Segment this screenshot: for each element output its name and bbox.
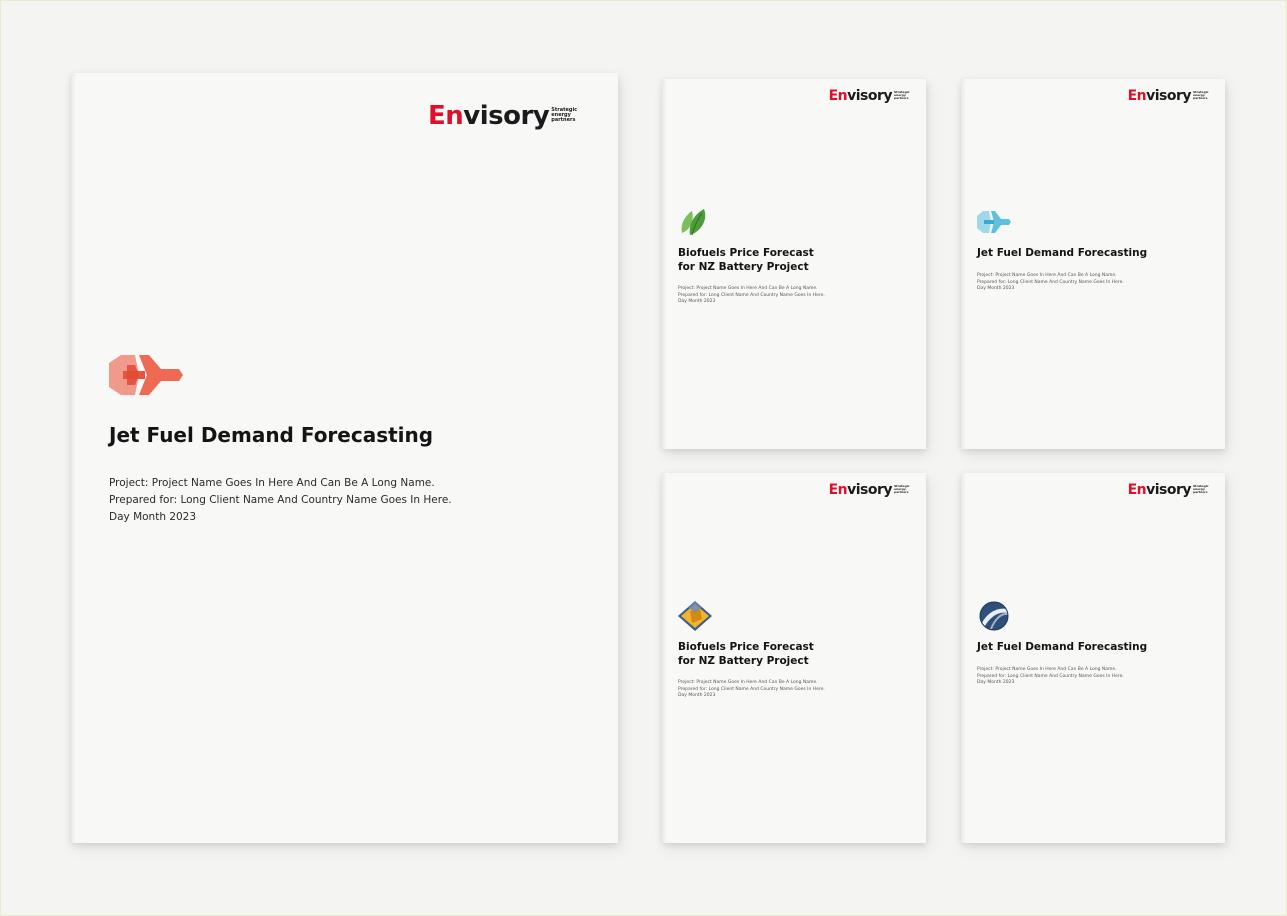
date-line: Day Month 2023 bbox=[109, 511, 197, 523]
logo-visory: visory bbox=[847, 88, 892, 104]
logo-tagline: Strategic energy partners bbox=[894, 484, 910, 494]
page-spine bbox=[961, 79, 966, 449]
title-line-1: Jet Fuel Demand Forecasting bbox=[977, 247, 1148, 259]
page-spine bbox=[662, 473, 667, 843]
envisory-logo: En visory Strategic energy partners bbox=[829, 483, 910, 497]
title-line-2: for NZ Battery Project bbox=[678, 261, 809, 273]
page-meta: Project: Project Name Goes In Here And C… bbox=[678, 286, 825, 306]
project-line: Project: Project Name Goes In Here And C… bbox=[977, 273, 1117, 278]
road-circle-icon bbox=[979, 601, 1009, 631]
envisory-logo: En visory Strategic energy partners bbox=[829, 89, 910, 103]
page-spine bbox=[71, 73, 76, 843]
envisory-logo: En visory Strategic energy partners bbox=[1128, 89, 1209, 103]
project-line: Project: Project Name Goes In Here And C… bbox=[109, 477, 435, 489]
page-spine bbox=[961, 473, 966, 843]
logo-en: En bbox=[828, 482, 848, 498]
page-meta: Project: Project Name Goes In Here And C… bbox=[977, 273, 1124, 293]
page-meta: Project: Project Name Goes In Here And C… bbox=[109, 475, 452, 526]
mockup-frame: En visory Strategic energy partners Jet F… bbox=[0, 0, 1287, 916]
logo-en: En bbox=[428, 101, 464, 131]
logo-tagline: Strategic energy partners bbox=[1193, 484, 1209, 494]
jet-plane-icon bbox=[109, 355, 183, 395]
logo-visory: visory bbox=[463, 101, 550, 131]
page-spine bbox=[662, 79, 667, 449]
logo-en: En bbox=[1127, 88, 1147, 104]
jet-plane-icon bbox=[977, 211, 1011, 233]
project-line: Project: Project Name Goes In Here And C… bbox=[678, 680, 818, 685]
page-meta: Project: Project Name Goes In Here And C… bbox=[977, 667, 1124, 687]
logo-tagline: Strategic energy partners bbox=[551, 107, 578, 123]
page-title: Jet Fuel Demand Forecasting bbox=[109, 423, 434, 447]
page-title: Jet Fuel Demand Forecasting bbox=[977, 246, 1147, 260]
envisory-logo: En visory Strategic energy partners bbox=[428, 103, 581, 129]
title-line-1: Jet Fuel Demand Forecasting bbox=[977, 641, 1148, 653]
logo-tagline: Strategic energy partners bbox=[894, 90, 910, 100]
title-line-1: Biofuels Price Forecast bbox=[678, 247, 814, 259]
leaf-icon bbox=[681, 209, 706, 236]
date-line: Day Month 2023 bbox=[678, 693, 716, 698]
page-title: Biofuels Price Forecast for NZ Battery P… bbox=[678, 246, 814, 274]
page-title: Jet Fuel Demand Forecasting bbox=[977, 640, 1147, 654]
page-title: Biofuels Price Forecast for NZ Battery P… bbox=[678, 640, 814, 668]
project-line: Project: Project Name Goes In Here And C… bbox=[678, 286, 818, 291]
logo-visory: visory bbox=[847, 482, 892, 498]
cover-page-large: En visory Strategic energy partners Jet F… bbox=[71, 73, 618, 843]
page-meta: Project: Project Name Goes In Here And C… bbox=[678, 680, 825, 700]
battery-diamond-icon bbox=[678, 601, 712, 631]
title-line-1: Biofuels Price Forecast bbox=[678, 641, 814, 653]
logo-en: En bbox=[828, 88, 848, 104]
prepared-line: Prepared for: Long Client Name And Count… bbox=[109, 494, 452, 506]
cover-page-jetfuel-circle: En visory Strategic energy partners Jet F… bbox=[961, 473, 1225, 843]
cover-page-biofuels-leaf: En visory Strategic energy partners Biofu… bbox=[662, 79, 926, 449]
logo-visory: visory bbox=[1146, 482, 1191, 498]
title-line-2: for NZ Battery Project bbox=[678, 655, 809, 667]
logo-en: En bbox=[1127, 482, 1147, 498]
date-line: Day Month 2023 bbox=[977, 286, 1015, 291]
logo-tagline: Strategic energy partners bbox=[1193, 90, 1209, 100]
cover-page-jetfuel-plane: En visory Strategic energy partners Jet F… bbox=[961, 79, 1225, 449]
cover-page-biofuels-diamond: En visory Strategic energy partners Biofu… bbox=[662, 473, 926, 843]
logo-visory: visory bbox=[1146, 88, 1191, 104]
date-line: Day Month 2023 bbox=[678, 299, 716, 304]
envisory-logo: En visory Strategic energy partners bbox=[1128, 483, 1209, 497]
date-line: Day Month 2023 bbox=[977, 680, 1015, 685]
project-line: Project: Project Name Goes In Here And C… bbox=[977, 667, 1117, 672]
